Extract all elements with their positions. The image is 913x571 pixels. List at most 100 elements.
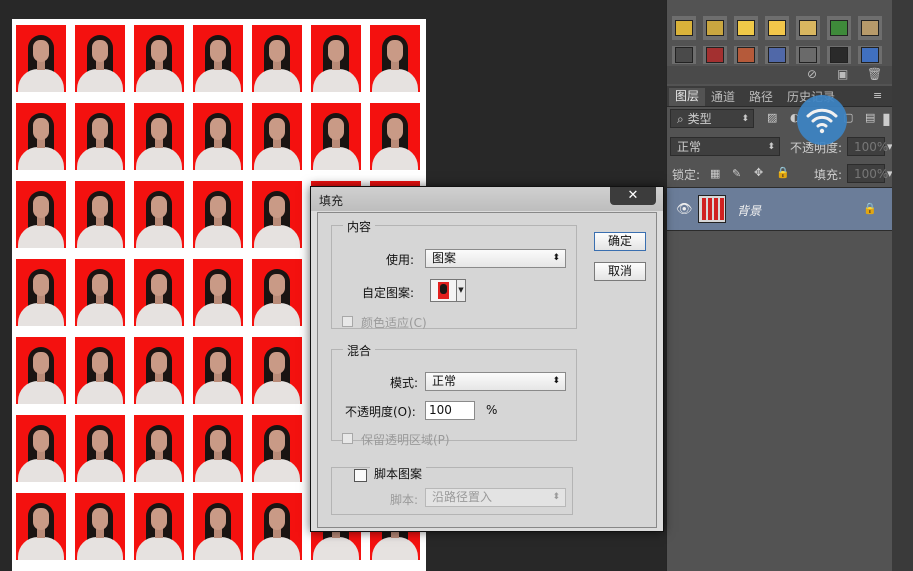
dialog-titlebar[interactable]: 填充 ✕ [311,187,663,211]
color-adapt-checkbox[interactable] [342,316,353,327]
id-photo [134,259,184,326]
smart-object-filter-icon[interactable]: ▤ [865,111,875,124]
new-style-icon[interactable]: ▣ [837,67,848,81]
id-photo [75,493,125,560]
fill-label: 填充: [814,168,843,182]
lock-all-icon[interactable]: 🔒 [776,166,790,179]
chevron-down-icon[interactable]: ▼ [457,279,466,302]
close-button[interactable]: ✕ [610,187,656,205]
mode-select[interactable]: 正常 ⬍ [425,372,566,391]
panel-scroll-strip [892,0,913,571]
no-style-icon[interactable]: ⊘ [807,67,817,81]
id-photo [16,25,66,92]
style-swatch[interactable] [765,16,789,40]
layer-fill-field[interactable]: 100% [847,164,888,183]
style-swatch[interactable] [734,16,758,40]
trash-icon[interactable]: 🗑 [867,67,882,81]
opacity-label: 不透明度(O): [345,405,416,419]
style-swatch[interactable] [796,46,820,64]
id-photo [370,103,420,170]
id-photo [193,415,243,482]
layer-name[interactable]: 背景 [737,202,761,219]
id-photo [193,103,243,170]
id-photo [252,259,302,326]
lock-move-icon[interactable]: ✥ [754,166,763,179]
cancel-button[interactable]: 取消 [594,262,646,281]
id-photo [16,103,66,170]
style-swatch[interactable] [703,16,727,40]
id-photo [134,337,184,404]
content-group-title: 内容 [343,218,376,235]
id-photo [311,103,361,170]
style-swatch[interactable] [672,46,696,64]
id-photo [252,415,302,482]
tab-paths[interactable]: 路径 [749,88,773,105]
preserve-transparency-label: 保留透明区域(P) [361,433,450,447]
image-filter-icon[interactable]: ▨ [767,111,777,124]
style-swatch[interactable] [858,46,882,64]
preserve-transparency-checkbox[interactable] [342,433,353,444]
tab-channels[interactable]: 通道 [711,88,735,105]
styles-panel-footer: ⊘ ▣ 🗑 [667,66,893,84]
dialog-body: 内容 使用: 图案 ⬍ 自定图案: ▼ 颜色适应(C) 混合 模式: 正常 ⬍ … [317,212,657,528]
id-photo [252,337,302,404]
layer-opacity-field[interactable]: 100% [847,137,888,156]
id-photo [16,337,66,404]
tab-layers[interactable]: 图层 [669,88,706,106]
chevron-updown-icon: ⬍ [552,253,560,263]
style-swatch[interactable] [703,46,727,64]
id-photo [311,25,361,92]
custom-pattern-picker[interactable] [430,279,457,302]
style-swatch[interactable] [827,46,851,64]
script-pattern-checkbox[interactable] [354,469,367,482]
id-photo [75,337,125,404]
style-swatch[interactable] [765,46,789,64]
script-select[interactable]: 沿路径置入 ⬍ [425,488,566,507]
blend-group [331,349,577,441]
id-photo [134,103,184,170]
filter-toggle-icon[interactable]: ▮ [882,109,891,128]
script-pattern-label[interactable]: 脚本图案 [370,465,427,482]
search-icon: ⌕ [677,112,684,126]
id-photo [16,415,66,482]
opacity-input[interactable]: 100 [425,401,475,420]
id-photo [16,493,66,560]
custom-pattern-label: 自定图案: [362,286,415,300]
layer-filter-select[interactable]: ⌕ 类型 ⬍ [670,109,754,128]
style-swatch[interactable] [827,16,851,40]
ok-button[interactable]: 确定 [594,232,646,251]
panel-menu-icon[interactable]: ≡ [873,89,882,102]
blend-group-title: 混合 [343,342,376,359]
id-photo [193,259,243,326]
id-photo [370,25,420,92]
id-photo [252,181,302,248]
id-photo [75,181,125,248]
script-label: 脚本: [390,493,419,507]
id-photo [75,259,125,326]
id-photo [193,337,243,404]
id-photo [252,493,302,560]
fill-dialog: 填充 ✕ 内容 使用: 图案 ⬍ 自定图案: ▼ 颜色适应(C) 混合 模式: … [310,186,664,532]
eye-icon[interactable]: 👁 [676,202,693,217]
style-swatch[interactable] [796,16,820,40]
chevron-down-icon: ⬍ [767,142,775,152]
id-photo [134,415,184,482]
opacity-unit: % [486,403,498,417]
layer-row-background[interactable]: 👁 背景 🔒 [667,187,893,231]
chevron-updown-icon: ⬍ [552,492,560,502]
dialog-title: 填充 [319,194,344,208]
lock-brush-icon[interactable]: ✎ [732,167,741,180]
layer-blend-mode-select[interactable]: 正常 ⬍ [670,137,780,156]
lock-label: 锁定: [672,168,701,182]
style-swatch[interactable] [672,16,696,40]
id-photo [134,493,184,560]
id-photo [193,493,243,560]
use-select[interactable]: 图案 ⬍ [425,249,566,268]
style-swatch[interactable] [734,46,758,64]
id-photo [252,103,302,170]
lock-transparent-icon[interactable]: ▦ [710,167,720,180]
wifi-icon [797,95,847,145]
id-photo [193,181,243,248]
style-swatch[interactable] [858,16,882,40]
layer-thumbnail [698,195,726,223]
